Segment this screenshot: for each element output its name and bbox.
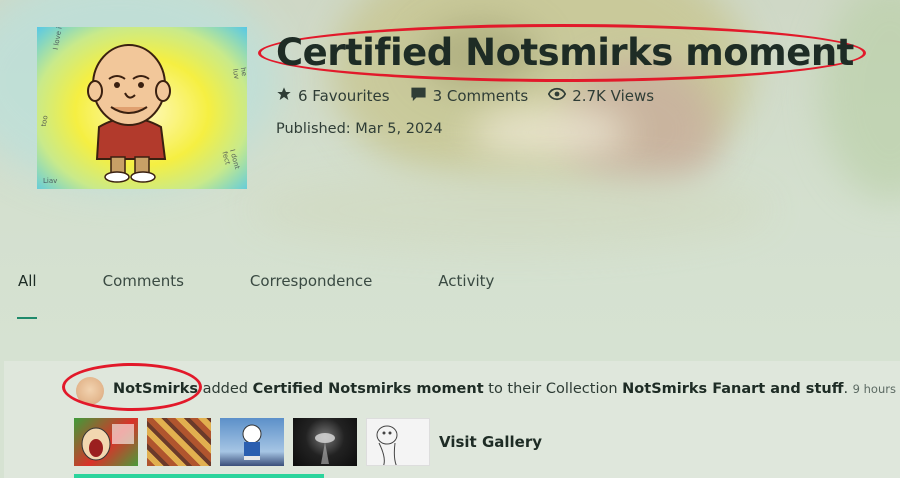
progress-bar <box>74 474 324 478</box>
published-date: Published: Mar 5, 2024 <box>276 121 443 137</box>
gallery-thumbnail[interactable] <box>74 418 138 466</box>
gallery-strip <box>74 418 430 466</box>
user-link[interactable]: NotSmirks <box>113 381 198 397</box>
character-illustration <box>87 44 171 183</box>
visit-gallery-link[interactable]: Visit Gallery <box>439 433 542 451</box>
activity-period: . <box>843 381 849 397</box>
tab-comments[interactable]: Comments <box>103 272 184 290</box>
deviation-stats: 6 Favourites 3 Comments 2.7K Views <box>276 86 654 106</box>
comment-icon <box>410 86 427 106</box>
tab-all[interactable]: All <box>18 272 37 290</box>
eye-icon <box>548 87 567 105</box>
gallery-thumbnail[interactable] <box>366 418 430 466</box>
gallery-thumbnail[interactable] <box>147 418 211 466</box>
gallery-thumbnail[interactable] <box>293 418 357 466</box>
deviation-title: Certified Notsmirks moment <box>276 31 854 74</box>
comments-label: 3 Comments <box>432 87 529 105</box>
activity-verb: added <box>202 381 249 397</box>
views-stat: 2.7K Views <box>548 86 654 106</box>
views-label: 2.7K Views <box>572 87 655 105</box>
title-highlight: Certified Notsmirks moment <box>258 24 870 86</box>
favourites-stat[interactable]: 6 Favourites <box>276 86 390 106</box>
tab-correspondence[interactable]: Correspondence <box>250 272 372 290</box>
timestamp: 9 hours ago <box>852 382 900 396</box>
comments-stat[interactable]: 3 Comments <box>410 86 529 106</box>
deviation-thumbnail[interactable]: I love it he luv Liav too I dont fect <box>37 27 247 189</box>
tab-activity[interactable]: Activity <box>438 272 494 290</box>
deviation-link[interactable]: Certified Notsmirks moment <box>253 381 484 397</box>
activity-tabs: All Comments Correspondence Activity <box>18 272 560 290</box>
collection-link[interactable]: NotSmirks Fanart and stuff <box>622 381 843 397</box>
star-icon <box>276 86 292 106</box>
activity-text: NotSmirks added Certified Notsmirks mome… <box>113 381 900 397</box>
gallery-thumbnail[interactable] <box>220 418 284 466</box>
active-tab-indicator <box>17 317 37 319</box>
favourites-label: 6 Favourites <box>298 87 390 105</box>
activity-middle: to their Collection <box>488 381 618 397</box>
